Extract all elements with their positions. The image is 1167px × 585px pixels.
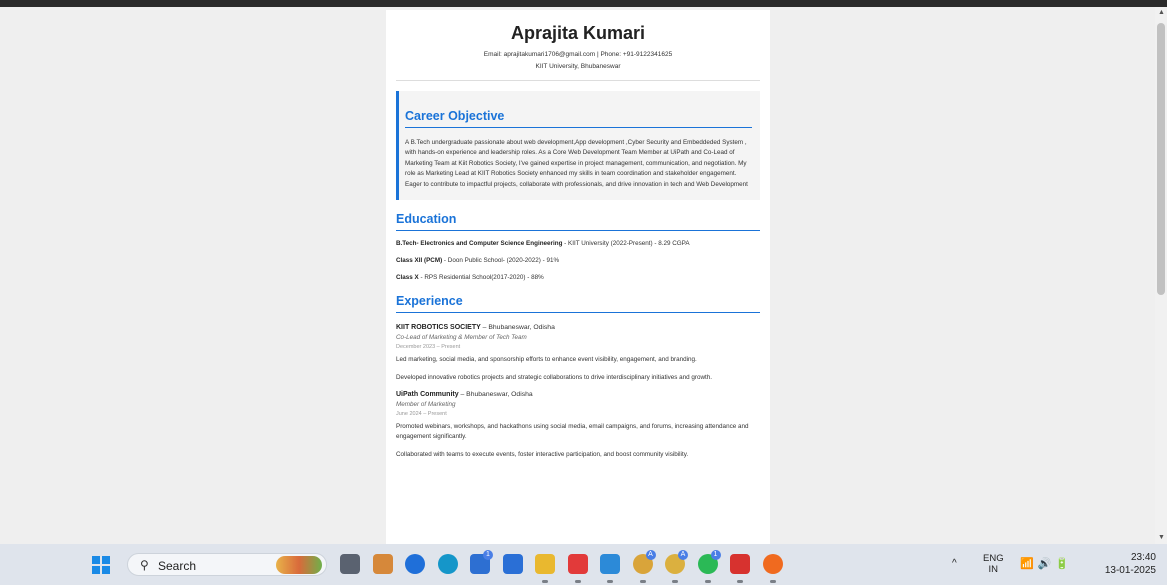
notification-badge: A	[678, 550, 688, 560]
search-highlight-icon	[276, 556, 322, 574]
resume-header: Aprajita Kumari Email: aprajitakumari170…	[396, 22, 760, 81]
career-objective-section: Career Objective A B.Tech undergraduate …	[396, 91, 760, 201]
education-detail: - Doon Public School- (2020-2022) - 91%	[442, 257, 560, 265]
running-indicator	[639, 580, 646, 583]
scroll-down-arrow-icon[interactable]: ▼	[1158, 534, 1165, 542]
volume-icon[interactable]: 🔊	[1038, 558, 1056, 570]
running-indicator	[574, 580, 581, 583]
vscode-icon[interactable]	[600, 554, 620, 574]
education-item: Class X - RPS Residential School(2017-20…	[396, 273, 760, 282]
microsoft-store-icon[interactable]	[502, 554, 523, 574]
running-indicator	[737, 580, 743, 583]
taskbar-search[interactable]: ⚲ Search	[127, 553, 327, 576]
experience-title: Experience	[396, 294, 760, 314]
scrollbar-thumb[interactable]	[1157, 23, 1165, 295]
show-hidden-icons-chevron-icon[interactable]: ^	[952, 558, 957, 585]
experience-entry: KIIT ROBOTICS SOCIETY – Bhubaneswar, Odi…	[396, 323, 760, 383]
language-indicator[interactable]: ENG IN	[983, 553, 1004, 585]
file-explorer-icon[interactable]	[535, 554, 555, 574]
experience-point: Developed innovative robotics projects a…	[396, 374, 713, 382]
notification-badge: A	[645, 550, 656, 560]
experience-location: – Bhubaneswar, Odisha	[480, 324, 555, 332]
notification-badge: 1	[710, 550, 721, 560]
region-code: IN	[988, 564, 999, 575]
linkedin-icon[interactable]: 1	[470, 550, 493, 574]
experience-date: June 2024 – Present	[396, 411, 447, 418]
scroll-up-arrow-icon[interactable]: ▲	[1158, 9, 1165, 17]
experience-section: Experience KIIT ROBOTICS SOCIETY – Bhuba…	[396, 294, 760, 460]
career-objective-title: Career Objective	[405, 109, 752, 128]
chrome-profile-icon[interactable]: A	[665, 550, 688, 574]
running-indicator	[542, 580, 548, 583]
education-item: Class XII (PCM) - Doon Public School- (2…	[396, 256, 760, 265]
contact-line: Email: aprajitakumari1706@gmail.com | Ph…	[483, 51, 673, 58]
system-tray-icons[interactable]: 📶🔊🔋	[1020, 557, 1073, 585]
chrome-icon[interactable]: A	[632, 550, 656, 574]
experience-point: Collaborated with teams to execute event…	[396, 451, 689, 459]
experience-org: KIIT ROBOTICS SOCIETY	[396, 324, 481, 332]
opera-icon[interactable]	[405, 554, 425, 574]
experience-org: UiPath Community	[396, 391, 459, 399]
experience-location: – Bhubaneswar, Odisha	[458, 391, 533, 399]
wifi-icon[interactable]: 📶	[1020, 558, 1038, 570]
education-detail: - RPS Residential School(2017-2020) - 88…	[418, 274, 544, 282]
education-degree: Class X	[396, 274, 419, 282]
clock-date: 13-01-2025	[1104, 565, 1156, 576]
experience-role: Member of Marketing	[396, 401, 456, 409]
running-indicator	[672, 580, 678, 583]
experience-point: Promoted webinars, workshops, and hackat…	[396, 423, 749, 441]
career-objective-text: A B.Tech undergraduate passionate about …	[405, 139, 748, 188]
wps-office-icon[interactable]	[567, 554, 588, 574]
running-indicator	[769, 580, 776, 583]
education-degree: Class XII (PCM)	[396, 257, 443, 265]
vertical-scrollbar[interactable]: ▲ ▼	[1155, 7, 1167, 544]
experience-org-line: UiPath Community – Bhubaneswar, Odisha	[396, 390, 760, 400]
education-item: B.Tech- Electronics and Computer Science…	[396, 239, 760, 248]
clock[interactable]: 23:40 13-01-2025	[1096, 551, 1156, 585]
running-indicator	[607, 580, 613, 583]
battery-icon[interactable]: 🔋	[1055, 558, 1073, 570]
search-label: Search	[158, 559, 197, 573]
taskbar: ⚲ Search 1 A A 1 ^ ENG IN 📶🔊🔋 23:40 13-01-2…	[0, 544, 1167, 585]
location-line: KIIT University, Bhubaneswar	[535, 63, 621, 70]
task-view-icon[interactable]	[340, 554, 360, 574]
soundcloud-icon[interactable]	[762, 554, 783, 574]
experience-role: Co-Lead of Marketing & Member of Tech Te…	[396, 334, 527, 342]
experience-date: December 2023 – Present	[396, 344, 461, 351]
education-detail: - KIIT University (2022-Present) - 8.29 …	[562, 240, 690, 248]
language-code: ENG	[983, 553, 1004, 564]
edge-icon[interactable]	[437, 554, 458, 574]
clock-time: 23:40	[1130, 552, 1156, 563]
resume-page: Aprajita Kumari Email: aprajitakumari170…	[386, 10, 770, 544]
experience-entry: UiPath Community – Bhubaneswar, Odisha M…	[396, 390, 760, 460]
education-degree: B.Tech- Electronics and Computer Science…	[396, 240, 563, 248]
education-section: Education B.Tech- Electronics and Comput…	[396, 212, 760, 282]
education-title: Education	[396, 212, 760, 232]
resume-name: Aprajita Kumari	[510, 23, 646, 43]
acrobat-icon[interactable]	[730, 554, 750, 574]
search-icon: ⚲	[140, 558, 149, 572]
copilot-icon[interactable]	[372, 554, 393, 574]
start-button-windows-icon[interactable]	[92, 556, 110, 574]
experience-point: Led marketing, social media, and sponsor…	[396, 356, 697, 364]
experience-org-line: KIIT ROBOTICS SOCIETY – Bhubaneswar, Odi…	[396, 323, 760, 333]
browser-top-edge	[0, 0, 1167, 7]
whatsapp-icon[interactable]: 1	[697, 550, 721, 574]
running-indicator	[704, 580, 711, 583]
notification-badge: 1	[483, 550, 493, 560]
page-viewport: Aprajita Kumari Email: aprajitakumari170…	[0, 7, 1155, 544]
